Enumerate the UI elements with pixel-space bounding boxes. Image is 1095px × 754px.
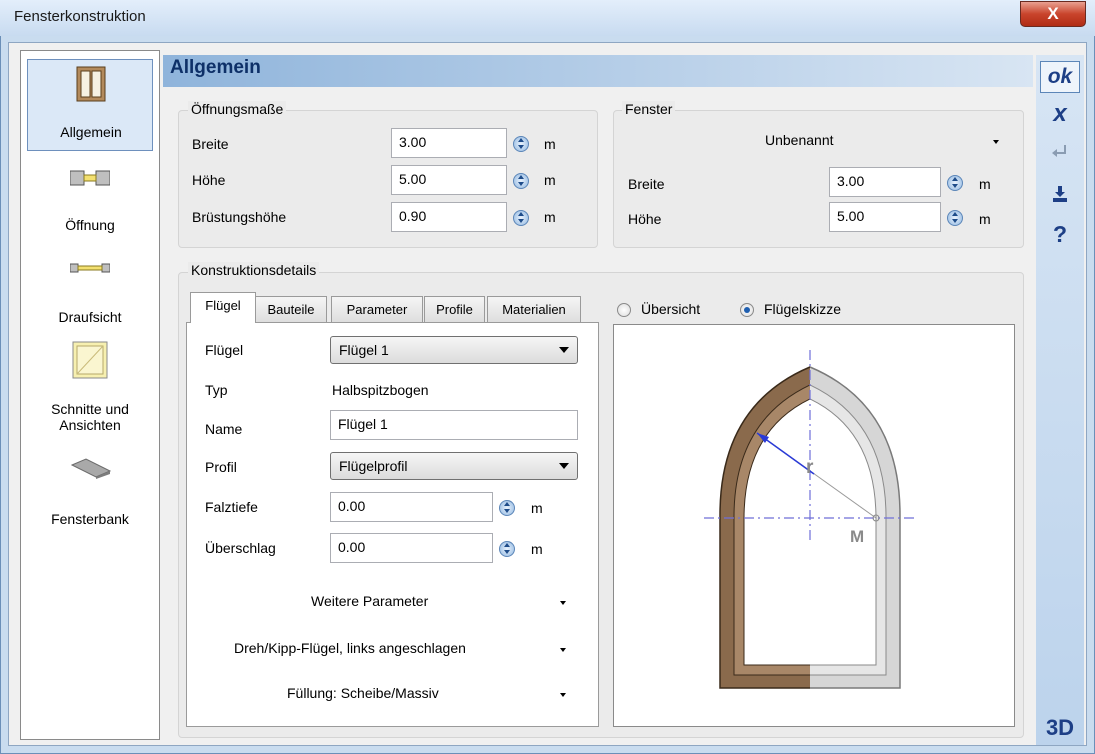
bruestungshoehe-spinner-icon[interactable]: [513, 210, 529, 226]
fenster-hoehe-label: Höhe: [628, 211, 662, 227]
fenster-breite-spinner-icon[interactable]: [947, 175, 963, 191]
cancel-button[interactable]: x: [1036, 100, 1084, 128]
fenster-hoehe-field[interactable]: 5.00: [829, 202, 941, 232]
sidebar-item-label: Fensterbank: [51, 511, 129, 527]
chevron-down-icon: [559, 463, 569, 469]
radio-fluegelskizze-label: Flügelskizze: [764, 301, 842, 317]
ueberschlag-label: Überschlag: [205, 540, 276, 556]
fenster-breite-field[interactable]: 3.00: [829, 167, 941, 197]
save-icon: [1053, 186, 1067, 202]
section-header: [163, 55, 1033, 87]
ok-button[interactable]: ok: [1036, 61, 1084, 93]
fenster-breite-label: Breite: [628, 176, 665, 192]
window-sill-icon: [70, 458, 112, 479]
fluegel-select[interactable]: Flügel 1: [330, 336, 578, 364]
falztiefe-unit: m: [531, 500, 543, 516]
sections-icon: [72, 341, 108, 379]
typ-value: Halbspitzbogen: [332, 382, 429, 398]
falztiefe-spinner-icon[interactable]: [499, 500, 515, 516]
oeffnungsmasse-group: [178, 110, 598, 248]
sidebar-item-label: Schnitte und Ansichten: [51, 401, 129, 433]
profil-select[interactable]: Flügelprofil: [330, 452, 578, 480]
hoehe-unit: m: [544, 172, 556, 188]
fenster-breite-unit: m: [979, 176, 991, 192]
view-3d-button[interactable]: 3D: [1036, 713, 1084, 743]
center-point-label: M: [850, 527, 865, 546]
category-sidebar: Allgemein Öffnung Draufsicht Schnitte un…: [20, 50, 160, 740]
weitere-parameter-expander[interactable]: Weitere Parameter: [311, 593, 428, 609]
fenster-hoehe-unit: m: [979, 211, 991, 227]
name-field[interactable]: Flügel 1: [330, 410, 578, 440]
bruestungshoehe-unit: m: [544, 209, 556, 225]
right-toolbar: ok x ? 3D: [1036, 55, 1084, 745]
radio-uebersicht[interactable]: [617, 303, 631, 317]
radio-uebersicht-label: Übersicht: [641, 301, 701, 317]
konstruktionsdetails-title: Konstruktionsdetails: [188, 262, 320, 278]
tab-parameter[interactable]: Parameter: [331, 296, 423, 322]
help-button[interactable]: ?: [1036, 219, 1084, 249]
radio-fluegelskizze[interactable]: [740, 303, 754, 317]
ok-label: ok: [1040, 61, 1080, 93]
sidebar-item-draufsicht[interactable]: Draufsicht: [27, 251, 153, 331]
name-label: Name: [205, 421, 243, 437]
page-title: Allgemein: [170, 57, 261, 78]
falztiefe-field[interactable]: 0.00: [330, 492, 493, 522]
profil-label: Profil: [205, 459, 237, 475]
profil-select-value: Flügelprofil: [339, 458, 408, 474]
chevron-down-icon[interactable]: [560, 648, 566, 652]
fluegel-type-expander[interactable]: Dreh/Kipp-Flügel, links angeschlagen: [234, 640, 466, 656]
sidebar-item-label: Öffnung: [65, 217, 115, 233]
ueberschlag-field[interactable]: 0.00: [330, 533, 493, 563]
sidebar-item-fensterbank[interactable]: Fensterbank: [27, 451, 153, 536]
close-button[interactable]: X: [1020, 1, 1086, 27]
window-title: Fensterkonstruktion: [14, 8, 146, 25]
sidebar-item-schnitte-und-ansichten[interactable]: Schnitte und Ansichten: [27, 341, 153, 436]
fenster-preset-dropdown[interactable]: Unbenannt: [765, 132, 834, 148]
chevron-down-icon[interactable]: [560, 693, 566, 697]
enter-arrow-icon: [1052, 145, 1066, 157]
sidebar-item-oeffnung[interactable]: Öffnung: [27, 161, 153, 241]
oeffnungsmasse-title: Öffnungsmaße: [188, 101, 287, 117]
save-button[interactable]: [1036, 185, 1084, 207]
hoehe-label: Höhe: [192, 172, 226, 188]
bruestungshoehe-field[interactable]: 0.90: [391, 202, 507, 232]
sidebar-item-label: Draufsicht: [58, 309, 122, 325]
fenster-hoehe-spinner-icon[interactable]: [947, 210, 963, 226]
breite-unit: m: [544, 136, 556, 152]
opening-icon: [70, 170, 110, 186]
typ-label: Typ: [205, 382, 228, 398]
hoehe-field[interactable]: 5.00: [391, 165, 507, 195]
apply-button[interactable]: [1036, 143, 1084, 165]
hoehe-spinner-icon[interactable]: [513, 173, 529, 189]
tab-bauteile[interactable]: Bauteile: [255, 296, 327, 322]
ueberschlag-unit: m: [531, 541, 543, 557]
falztiefe-label: Falztiefe: [205, 499, 258, 515]
radius-label: r: [806, 457, 814, 478]
sidebar-item-label: Allgemein: [60, 124, 122, 140]
gothic-arch-sash-drawing: [704, 350, 914, 689]
chevron-down-icon[interactable]: [993, 140, 999, 144]
fluegel-select-value: Flügel 1: [339, 342, 389, 358]
chevron-down-icon[interactable]: [560, 601, 566, 605]
fenster-title: Fenster: [622, 101, 676, 117]
tab-materialien[interactable]: Materialien: [487, 296, 581, 322]
breite-field[interactable]: 3.00: [391, 128, 507, 158]
chevron-down-icon: [559, 347, 569, 353]
fluegel-label: Flügel: [205, 342, 244, 358]
breite-label: Breite: [192, 136, 229, 152]
title-bar: [0, 0, 1095, 36]
tab-fluegel[interactable]: Flügel: [190, 292, 256, 323]
sidebar-item-allgemein[interactable]: Allgemein: [27, 59, 153, 151]
fuellung-expander[interactable]: Füllung: Scheibe/Massiv: [287, 685, 439, 701]
ueberschlag-spinner-icon[interactable]: [499, 541, 515, 557]
breite-spinner-icon[interactable]: [513, 136, 529, 152]
tab-profile[interactable]: Profile: [424, 296, 485, 322]
fluegel-sketch-canvas: r M: [613, 324, 1015, 727]
window-icon: [76, 66, 106, 102]
bruestungshoehe-label: Brüstungshöhe: [192, 209, 287, 225]
top-view-icon: [70, 263, 110, 273]
